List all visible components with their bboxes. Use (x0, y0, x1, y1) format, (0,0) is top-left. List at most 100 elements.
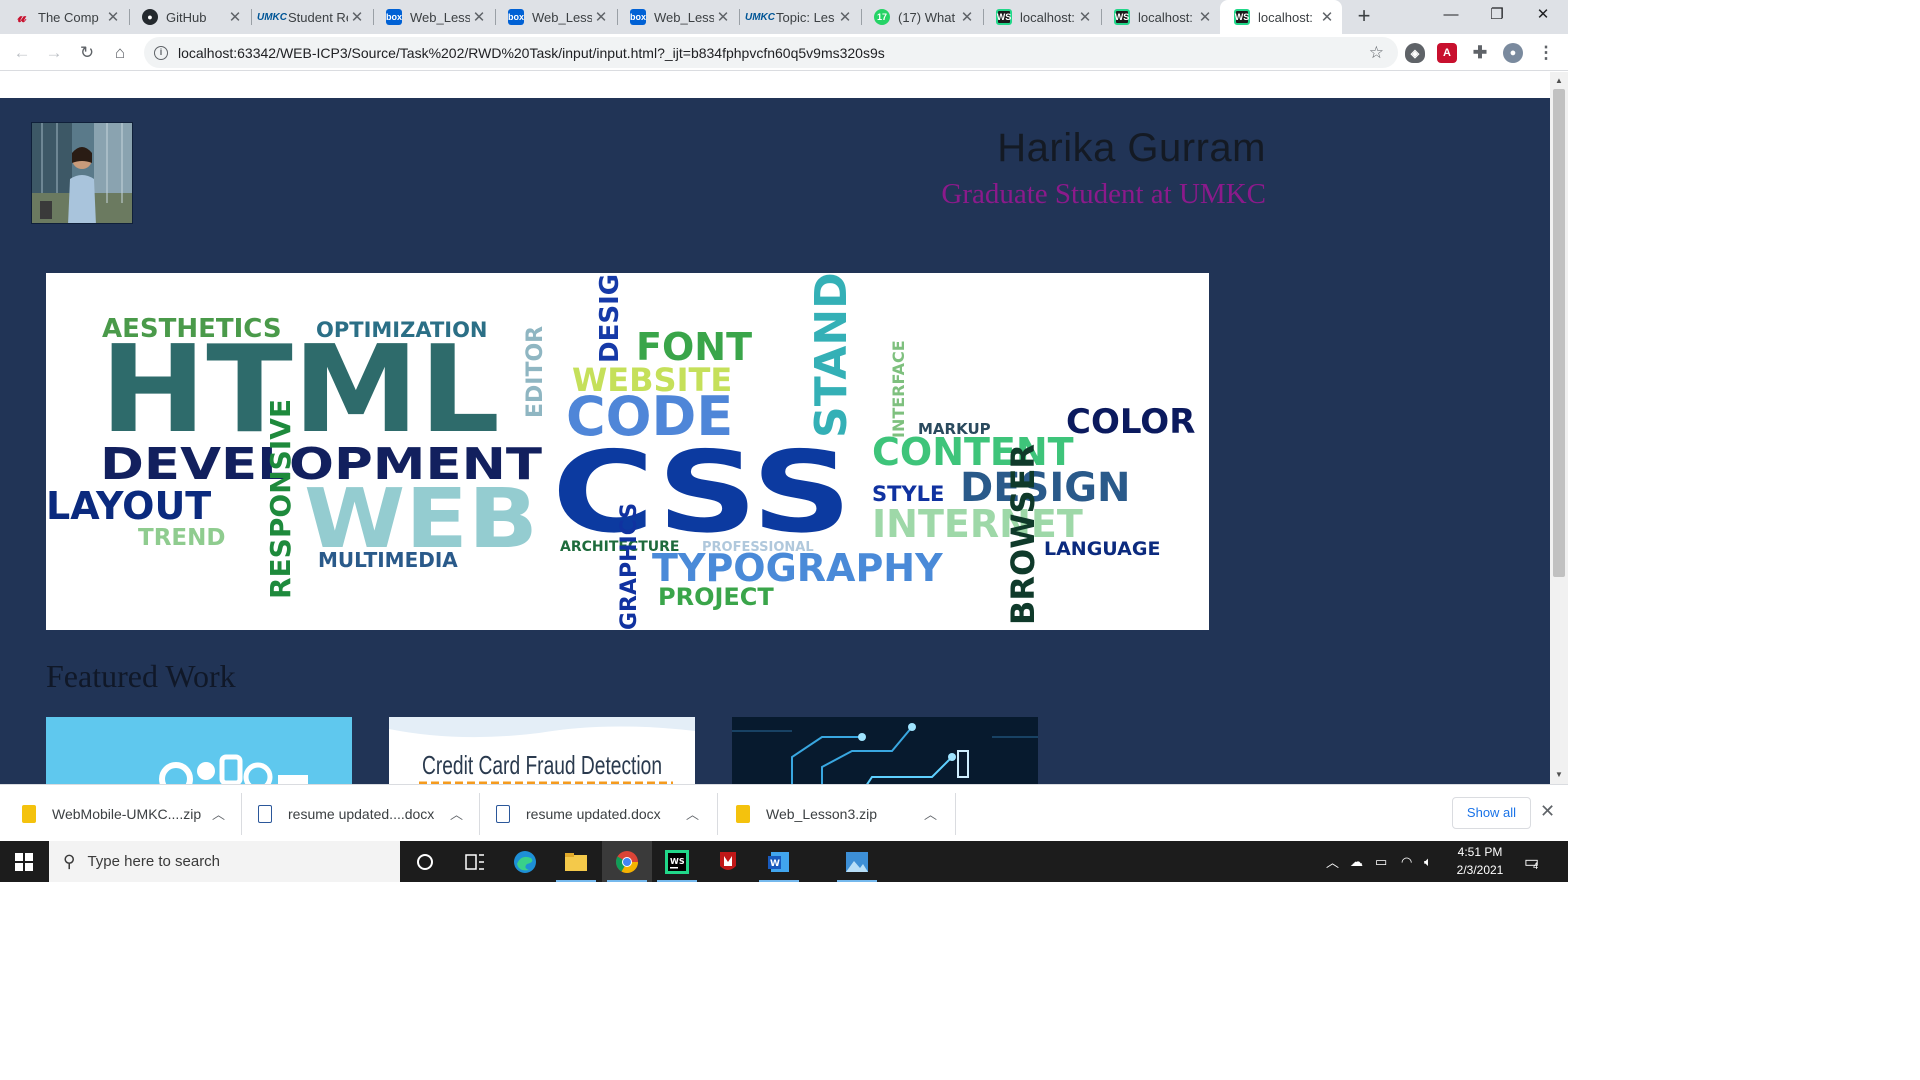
banner-word: PROJECT (658, 583, 774, 611)
notifications-icon[interactable]: ▭ 4 (1524, 841, 1539, 882)
banner-word: LANGUAGE (1044, 538, 1160, 560)
volume-icon[interactable]: 🔈︎ (1424, 841, 1432, 882)
close-tab-icon[interactable]: ✕ (104, 8, 122, 26)
banner-word: INTERFACE (889, 340, 908, 438)
download-item[interactable]: WebMobile-UMKC....zip ︿ (22, 785, 240, 842)
page-scrollbar[interactable]: ▲ ▼ (1550, 72, 1568, 784)
browser-tab[interactable]: 17 (17) What ✕ (860, 0, 982, 34)
scrollbar-thumb[interactable] (1553, 89, 1565, 577)
extensions-puzzle-icon[interactable]: ✚ (1470, 43, 1490, 63)
featured-card[interactable] (732, 717, 1038, 784)
browser-toolbar: ← → ↻ ⌂ i localhost:63342/WEB-ICP3/Sourc… (0, 34, 1568, 71)
chevron-up-icon[interactable]: ︿ (686, 804, 699, 823)
home-icon[interactable]: ⌂ (106, 39, 134, 67)
browser-tab[interactable]: UMKC Student Re ✕ (250, 0, 372, 34)
banner-word: MULTIMEDIA (318, 548, 458, 572)
clock-time: 4:51 PM (1457, 845, 1503, 859)
battery-icon[interactable]: ▭ (1375, 841, 1387, 882)
task-view-icon[interactable] (450, 841, 500, 882)
featured-card[interactable]: Credit Card Fraud Detection (389, 717, 695, 784)
reload-icon[interactable]: ↻ (73, 39, 101, 67)
search-placeholder: Type here to search (87, 853, 221, 870)
notification-count: 4 (1533, 860, 1539, 871)
chrome-icon[interactable] (602, 841, 652, 882)
banner-word: STANDARD (806, 273, 857, 438)
word-file-icon (258, 804, 272, 823)
download-item[interactable]: resume updated....docx ︿ (258, 785, 478, 842)
word-icon[interactable]: W (754, 841, 804, 882)
forward-arrow-icon[interactable]: → (40, 39, 68, 67)
menu-kebab-icon[interactable]: ⋮ (1536, 43, 1556, 63)
scroll-up-arrow-icon[interactable]: ▲ (1550, 76, 1568, 85)
close-tab-icon[interactable]: ✕ (836, 8, 854, 26)
word-file-icon (496, 804, 510, 823)
file-explorer-icon[interactable] (551, 841, 601, 882)
close-tab-icon[interactable]: ✕ (958, 8, 976, 26)
site-info-icon[interactable]: i (154, 45, 168, 60)
restore-button[interactable]: ❐ (1474, 0, 1520, 32)
profile-avatar[interactable]: ● (1503, 43, 1523, 63)
browser-tab[interactable]: WS localhost: ✕ (1100, 0, 1220, 34)
browser-tab[interactable]: box Web_Less ✕ (494, 0, 616, 34)
onedrive-cloud-icon[interactable]: ☁ (1350, 841, 1363, 882)
page-subtitle: Graduate Student at UMKC (941, 178, 1266, 210)
browser-tab[interactable]: box Web_Less ✕ (616, 0, 738, 34)
close-window-button[interactable]: ✕ (1520, 0, 1566, 32)
url-text[interactable]: localhost:63342/WEB-ICP3/Source/Task%202… (178, 45, 1369, 61)
browser-tab-active[interactable]: WS localhost: ✕ (1220, 0, 1342, 34)
card-caption: Credit Card Fraud Detection (422, 750, 662, 780)
edge-icon[interactable] (500, 841, 550, 882)
close-tab-icon[interactable]: ✕ (592, 8, 610, 26)
banner-word: DESIGNER (595, 273, 625, 363)
browser-tab[interactable]: UMKC Topic: Les ✕ (738, 0, 860, 34)
shield-extension-icon[interactable]: ◈ (1405, 43, 1425, 63)
close-shelf-icon[interactable]: ✕ (1540, 801, 1555, 822)
close-tab-icon[interactable]: ✕ (1076, 8, 1094, 26)
banner-word: EDITOR (523, 326, 548, 418)
wifi-icon[interactable]: ◠ (1401, 841, 1412, 882)
banner-word: BROWSER (1004, 444, 1042, 625)
close-tab-icon[interactable]: ✕ (1318, 8, 1336, 26)
close-tab-icon[interactable]: ✕ (470, 8, 488, 26)
box-icon: box (630, 9, 646, 25)
browser-tab[interactable]: box Web_Less ✕ (372, 0, 494, 34)
browser-tab[interactable]: WS localhost: ✕ (982, 0, 1100, 34)
photos-icon[interactable] (832, 841, 882, 882)
browser-tab[interactable]: ● GitHub ✕ (128, 0, 250, 34)
scroll-down-arrow-icon[interactable]: ▼ (1550, 770, 1568, 779)
banner-word: LAYOUT (46, 484, 211, 528)
close-tab-icon[interactable]: ✕ (714, 8, 732, 26)
webstorm-icon: WS (1234, 9, 1250, 25)
taskbar-clock[interactable]: 4:51 PM 2/3/2021 (1444, 843, 1516, 879)
close-tab-icon[interactable]: ✕ (226, 8, 244, 26)
bookmark-star-icon[interactable]: ☆ (1369, 43, 1384, 63)
close-tab-icon[interactable]: ✕ (1196, 8, 1214, 26)
browser-tab[interactable]: 𝓊 The Comp ✕ (0, 0, 128, 34)
webstorm-icon: WS (996, 9, 1012, 25)
address-bar[interactable]: i localhost:63342/WEB-ICP3/Source/Task%2… (144, 37, 1398, 68)
show-all-button[interactable]: Show all (1452, 797, 1531, 829)
featured-card[interactable] (46, 717, 352, 784)
chevron-up-icon[interactable]: ︿ (450, 804, 463, 823)
mcafee-icon[interactable] (703, 841, 753, 882)
new-tab-button[interactable]: + (1352, 4, 1376, 30)
chevron-up-icon[interactable]: ︿ (924, 804, 937, 823)
minimize-button[interactable]: — (1428, 0, 1474, 32)
download-item[interactable]: resume updated.docx ︿ (496, 785, 716, 842)
taskbar-search-box[interactable]: ⚲ Type here to search (49, 841, 400, 882)
download-item[interactable]: Web_Lesson3.zip ︿ (736, 785, 954, 842)
back-arrow-icon[interactable]: ← (8, 39, 36, 67)
cortana-icon[interactable] (400, 841, 450, 882)
svg-text:W: W (770, 859, 780, 869)
chevron-up-icon[interactable]: ︿ (212, 804, 225, 823)
webstorm-icon: WS (1114, 9, 1130, 25)
show-hidden-icons-icon[interactable]: ︿ (1326, 841, 1339, 882)
clock-date: 2/3/2021 (1456, 863, 1504, 877)
webstorm-icon[interactable]: WS (652, 841, 702, 882)
umkc-icon: UMKC (257, 11, 287, 23)
start-button[interactable] (0, 841, 48, 882)
close-tab-icon[interactable]: ✕ (348, 8, 366, 26)
umkc-icon: UMKC (745, 11, 775, 23)
acrobat-extension-icon[interactable]: A (1437, 43, 1457, 63)
whatsapp-icon: 17 (874, 9, 890, 25)
